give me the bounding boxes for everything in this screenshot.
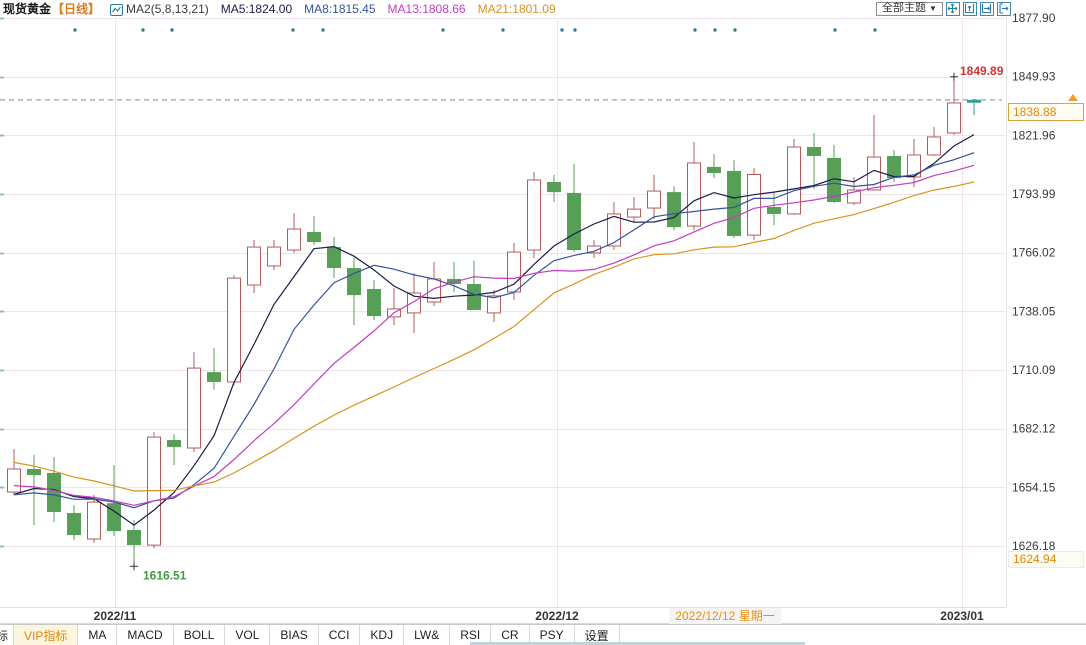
chart-icon — [110, 4, 123, 16]
svg-text:1682.12: 1682.12 — [1012, 422, 1056, 436]
ma-legend-item-4: MA21:1801.09 — [478, 2, 556, 16]
svg-text:1849.89: 1849.89 — [960, 64, 1004, 78]
axis-low-price-label: 1624.94 — [1008, 551, 1084, 568]
tab-标[interactable]: 标 — [0, 625, 14, 645]
trading-app-window: 1877.901849.931821.961793.991766.021738.… — [0, 0, 1086, 645]
tab-MACD[interactable]: MACD — [117, 625, 173, 645]
ma-legend: MA5:1824.00 MA8:1815.45 MA13:1808.66 MA21:1… — [209, 1, 556, 17]
ma-indicator-label: MA2(5,8,13,21) — [126, 1, 209, 17]
svg-text:1821.96: 1821.96 — [1012, 128, 1056, 142]
pan-move-icon[interactable] — [946, 2, 960, 16]
export-right-icon[interactable] — [997, 2, 1011, 16]
caret-down-icon: ▼ — [929, 2, 937, 15]
svg-text:1710.09: 1710.09 — [1012, 363, 1056, 377]
svg-text:1766.02: 1766.02 — [1012, 246, 1056, 260]
annotations-layer: 1849.89 1616.51 — [130, 64, 1004, 583]
tab-VOL[interactable]: VOL — [225, 625, 270, 645]
tab-MA[interactable]: MA — [78, 625, 117, 645]
svg-text:2023/01: 2023/01 — [940, 609, 984, 623]
svg-text:1738.05: 1738.05 — [1012, 304, 1056, 318]
tab-CCI[interactable]: CCI — [319, 625, 361, 645]
current-price-label: 1838.88 — [1008, 103, 1084, 121]
x-axis-labels: 2022/11 2022/12 2023/01 2022/12/12 星期一 — [94, 608, 984, 624]
candles-layer — [8, 77, 982, 567]
svg-text:1616.51: 1616.51 — [143, 568, 187, 582]
tab-VIP指标[interactable]: VIP指标 — [14, 625, 78, 645]
tab-BOLL[interactable]: BOLL — [174, 625, 226, 645]
ma-legend-item-1: MA5:1824.00 — [221, 2, 292, 16]
grid-layer — [0, 16, 1086, 624]
svg-text:2022/11: 2022/11 — [94, 609, 137, 623]
svg-text:2022/12/12 星期一: 2022/12/12 星期一 — [675, 609, 774, 623]
price-up-arrow-icon — [1068, 94, 1078, 101]
candlestick-chart[interactable]: 1877.901849.931821.961793.991766.021738.… — [0, 0, 1086, 645]
period-label: 【日线】 — [52, 1, 100, 17]
svg-text:1793.99: 1793.99 — [1012, 187, 1056, 201]
chart-controls: 全部主题 ▼ — [876, 1, 1011, 16]
ma-legend-item-2: MA8:1815.45 — [304, 2, 375, 16]
scale-y-axis-icon[interactable] — [963, 2, 977, 16]
theme-dropdown-label: 全部主题 — [882, 2, 926, 15]
y-axis-labels: 1877.901849.931821.961793.991766.021738.… — [1012, 11, 1056, 553]
tab-BIAS[interactable]: BIAS — [270, 625, 318, 645]
ma-legend-item-3: MA13:1808.66 — [388, 2, 466, 16]
scale-x-axis-icon[interactable] — [980, 2, 994, 16]
signal-dots-layer — [73, 28, 876, 31]
symbol-name: 现货黄金 — [3, 1, 51, 17]
tab-LW&[interactable]: LW& — [404, 625, 450, 645]
svg-text:2022/12: 2022/12 — [535, 609, 579, 623]
svg-text:1654.15: 1654.15 — [1012, 480, 1056, 494]
tab-KDJ[interactable]: KDJ — [360, 625, 404, 645]
theme-dropdown[interactable]: 全部主题 ▼ — [876, 2, 943, 16]
svg-text:1849.93: 1849.93 — [1012, 70, 1056, 84]
